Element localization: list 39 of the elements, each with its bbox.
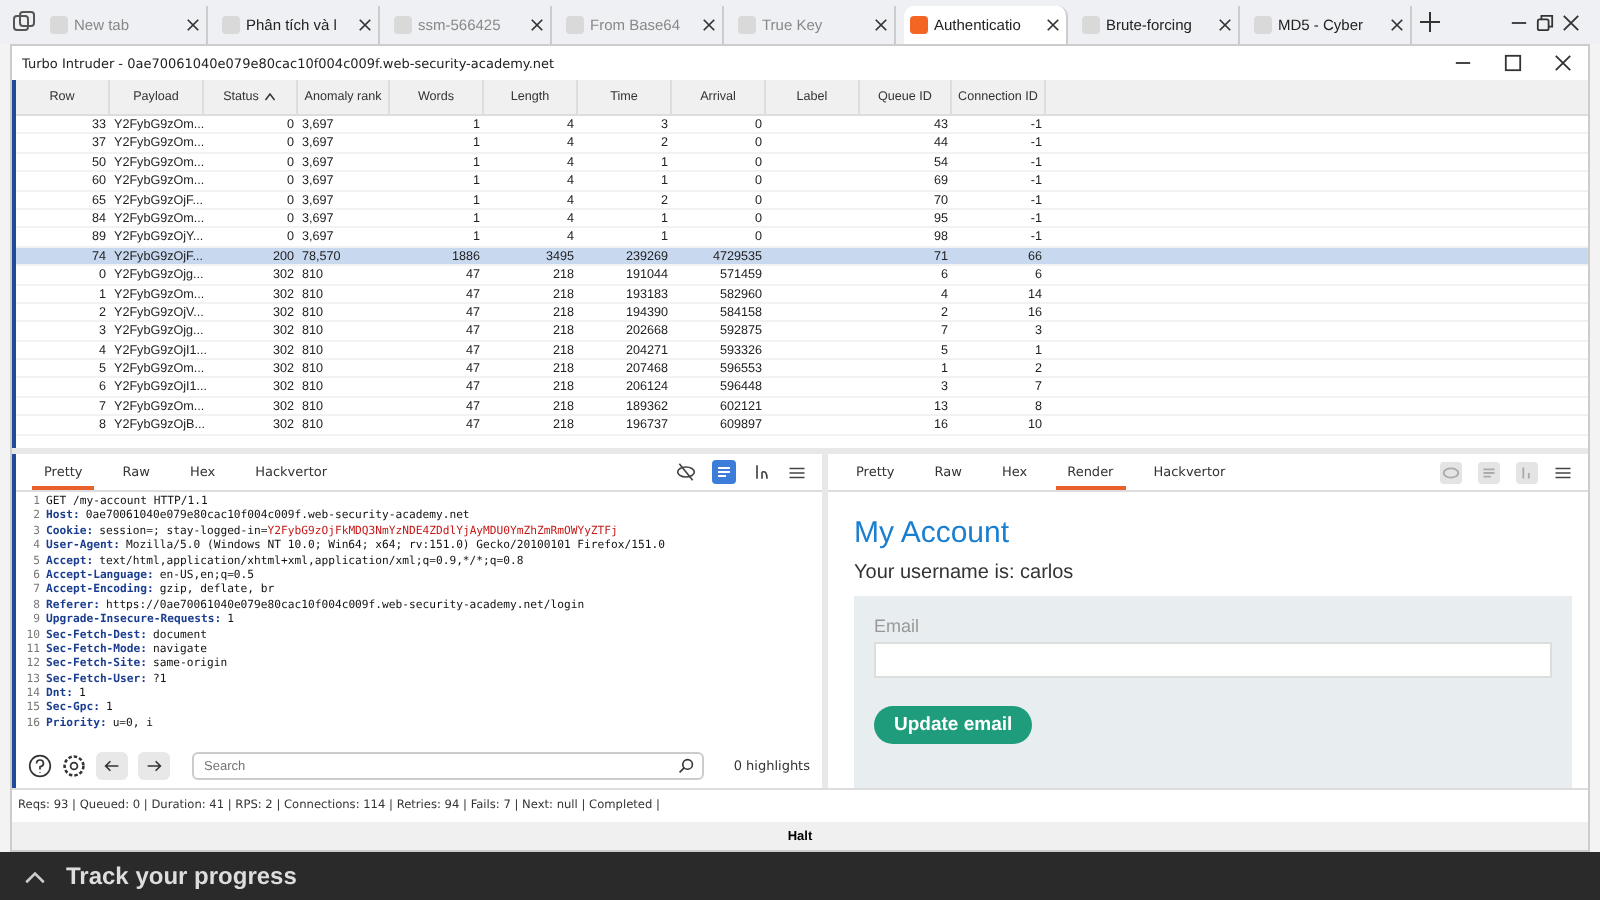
settings-icon[interactable] (62, 754, 86, 778)
menu-icon[interactable] (1554, 463, 1572, 481)
page-heading: My Account (854, 516, 1012, 550)
close-icon[interactable] (530, 18, 544, 32)
page-icon (566, 16, 584, 34)
username-text: Your username is: carlos (854, 562, 1076, 584)
chevron-up-icon[interactable] (24, 869, 46, 883)
page-icon (394, 16, 412, 34)
back-button[interactable] (96, 752, 128, 780)
email-field[interactable] (874, 642, 1552, 678)
tabs-icon[interactable] (12, 10, 36, 34)
close-icon[interactable] (874, 18, 888, 32)
search-icon (677, 758, 694, 774)
banner-title: Track your progress (66, 862, 297, 890)
page-icon (1082, 16, 1100, 34)
restore-icon[interactable] (1536, 13, 1554, 31)
help-icon[interactable] (28, 754, 52, 778)
page-icon (738, 16, 756, 34)
close-icon[interactable] (186, 18, 200, 32)
close-icon[interactable] (1390, 18, 1404, 32)
wrap-lines-icon[interactable] (712, 460, 736, 484)
close-icon[interactable] (358, 18, 372, 32)
close-icon[interactable] (1562, 13, 1580, 31)
forward-button[interactable] (138, 752, 170, 780)
close-icon[interactable] (1046, 18, 1060, 32)
sort-ascending-icon (264, 92, 277, 102)
close-icon[interactable] (702, 18, 716, 32)
field-label: Email (874, 616, 920, 636)
menu-icon[interactable] (788, 463, 806, 481)
page-icon (1254, 16, 1272, 34)
forward-arrow-icon (146, 758, 162, 774)
page-icon (910, 16, 928, 34)
page-icon (222, 16, 240, 34)
maximize-icon[interactable] (1504, 54, 1522, 72)
close-icon[interactable] (1218, 18, 1232, 32)
page-icon (50, 16, 68, 34)
back-arrow-icon (104, 758, 120, 774)
close-icon[interactable] (1554, 54, 1572, 72)
new-tab-icon[interactable] (1420, 12, 1440, 32)
